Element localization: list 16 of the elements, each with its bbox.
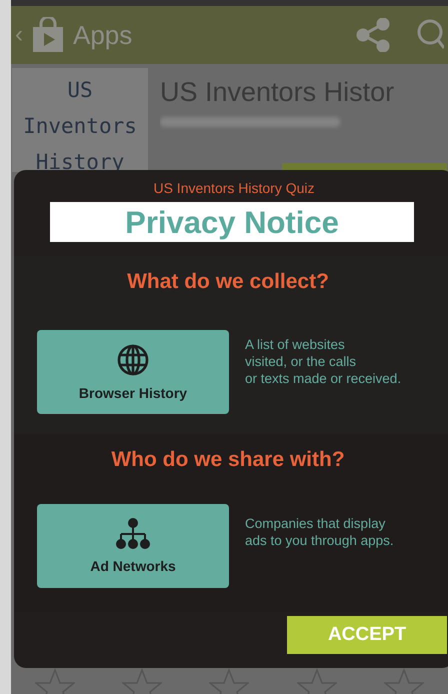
share-icon[interactable] [356,18,390,52]
section-heading: Who do we share with? [110,447,346,473]
category-description: Companies that display ads to you through apps. [245,514,394,548]
app-name: US Inventors History Quiz [153,180,315,196]
section-heading: What do we collect? [126,269,330,295]
hierarchy-icon [116,518,150,550]
app-tile-title: US Inventors History [22,77,138,176]
title-text: Privacy Notice [125,206,339,238]
category-description: A list of websites visited, or the calls or texts made or received. [245,336,402,387]
store-bag-icon [31,17,65,53]
globe-icon [116,342,150,376]
category-label: Browser History [78,384,188,400]
accept-button[interactable]: ACCEPT [287,616,447,654]
app-bar-title: Apps [73,18,132,52]
back-button[interactable]: ‹ [15,19,23,51]
category-label: Ad Networks [90,558,176,574]
